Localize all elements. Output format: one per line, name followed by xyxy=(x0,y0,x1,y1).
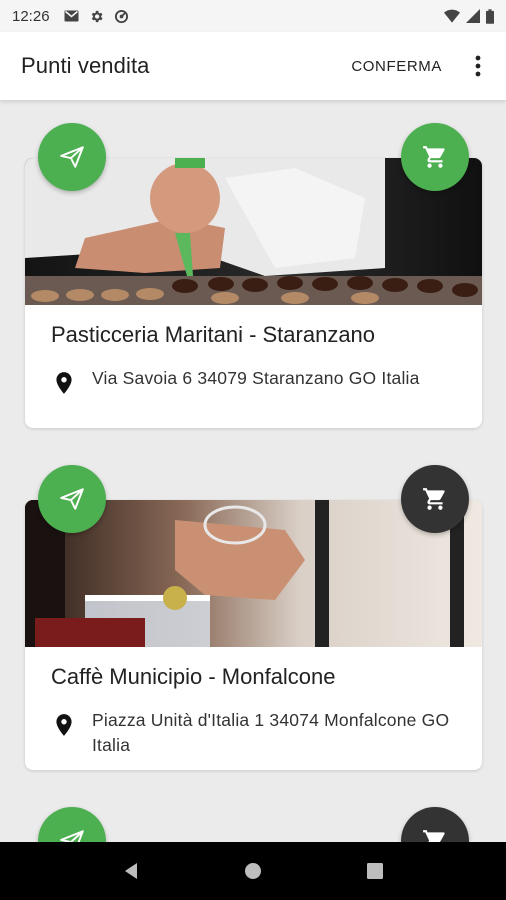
cart-icon xyxy=(423,488,445,510)
cart-button[interactable] xyxy=(401,465,469,533)
cart-button[interactable] xyxy=(401,807,469,842)
battery-icon xyxy=(486,8,494,24)
cart-icon xyxy=(423,830,445,842)
send-button[interactable] xyxy=(38,123,106,191)
signal-icon xyxy=(466,9,480,23)
home-icon[interactable] xyxy=(243,861,263,881)
app-bar: Punti vendita CONFERMA xyxy=(0,32,506,100)
store-address: Via Savoia 6 34079 Staranzano GO Italia xyxy=(92,368,420,388)
cart-icon xyxy=(423,146,445,168)
store-card[interactable]: Pasticceria Maritani - Staranzano Via Sa… xyxy=(25,158,482,428)
system-nav-bar xyxy=(0,842,506,900)
back-icon[interactable] xyxy=(121,861,141,881)
gmail-icon xyxy=(64,10,79,22)
status-bar: 12:26 xyxy=(0,0,506,32)
send-button[interactable] xyxy=(38,465,106,533)
settings-icon xyxy=(91,10,103,22)
send-icon xyxy=(60,830,84,842)
cart-button[interactable] xyxy=(401,123,469,191)
send-icon xyxy=(60,146,84,168)
store-address: Piazza Unità d'Italia 1 34074 Monfalcone… xyxy=(92,710,450,755)
store-name: Caffè Municipio - Monfalcone xyxy=(51,664,336,689)
status-time: 12:26 xyxy=(12,7,50,25)
send-button[interactable] xyxy=(38,807,106,842)
store-list[interactable]: Pasticceria Maritani - Staranzano Via Sa… xyxy=(0,100,506,842)
store-card[interactable]: Caffè Municipio - Monfalcone Piazza Unit… xyxy=(25,500,482,770)
store-name: Pasticceria Maritani - Staranzano xyxy=(51,322,376,347)
confirm-button[interactable]: CONFERMA xyxy=(347,50,446,83)
wifi-icon xyxy=(444,9,460,23)
send-icon xyxy=(60,488,84,510)
recents-icon[interactable] xyxy=(365,861,385,881)
location-pin-icon xyxy=(56,714,72,736)
location-pin-icon xyxy=(56,372,72,394)
vpn-icon xyxy=(114,9,128,23)
page-title: Punti vendita xyxy=(21,53,150,78)
more-vert-icon[interactable] xyxy=(468,54,488,78)
